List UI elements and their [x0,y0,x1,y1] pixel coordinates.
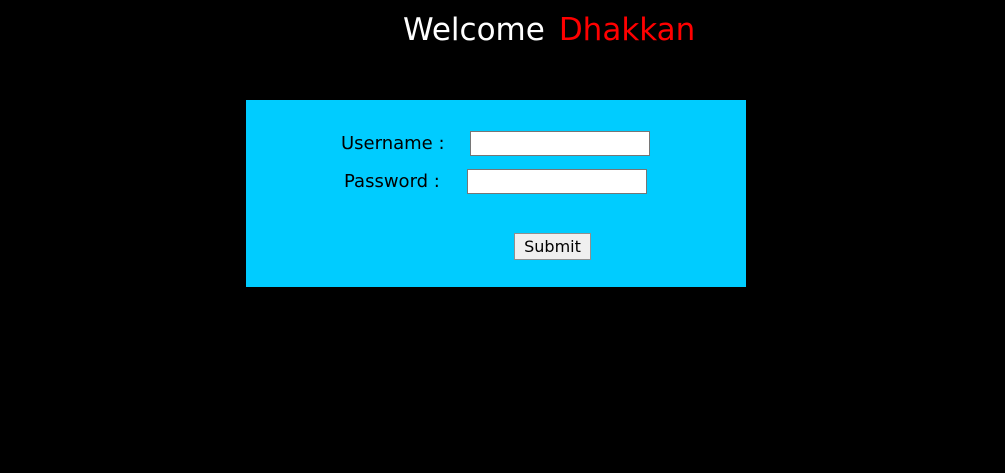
login-panel: Username : Password : Submit [246,100,746,287]
username-label: Username : [341,133,445,154]
password-input[interactable] [467,169,647,194]
password-label: Password : [344,171,440,192]
submit-button[interactable]: Submit [514,233,591,260]
welcome-text: Welcome [403,12,545,48]
user-name-text: Dhakkan [558,12,696,48]
welcome-heading: Welcome Dhakkan [403,10,695,50]
username-input[interactable] [470,131,650,156]
